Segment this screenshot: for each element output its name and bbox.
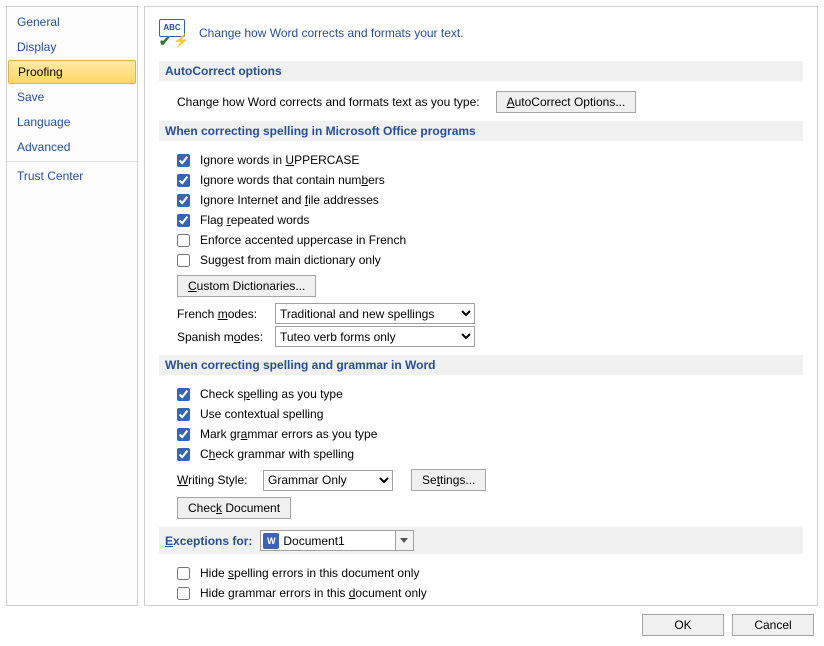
label-ignore-uppercase: Ignore words in UPPERCASE xyxy=(200,151,359,169)
label-flag-repeated: Flag repeated words xyxy=(200,211,309,229)
label-ignore-internet: Ignore Internet and file addresses xyxy=(200,191,379,209)
checkbox-hide-spelling-errors[interactable] xyxy=(177,567,190,580)
checkbox-flag-repeated[interactable] xyxy=(177,214,190,227)
sidebar-item-trust-center[interactable]: Trust Center xyxy=(7,161,137,188)
label-hide-grammar-errors: Hide grammar errors in this document onl… xyxy=(200,584,427,602)
chevron-down-icon xyxy=(395,531,413,550)
word-doc-icon: W xyxy=(263,533,279,549)
label-ignore-numbers: Ignore words that contain numbers xyxy=(200,171,385,189)
french-modes-label: French modes: xyxy=(177,305,269,323)
autocorrect-desc: Change how Word corrects and formats tex… xyxy=(177,93,480,111)
checkbox-ignore-internet[interactable] xyxy=(177,194,190,207)
writing-style-label: Writing Style: xyxy=(177,471,257,489)
page-subtitle: Change how Word corrects and formats you… xyxy=(199,26,464,40)
sidebar-item-proofing[interactable]: Proofing xyxy=(8,60,136,84)
checkbox-hide-grammar-errors[interactable] xyxy=(177,587,190,600)
label-mark-grammar-type: Mark grammar errors as you type xyxy=(200,425,377,443)
french-modes-select[interactable]: Traditional and new spellings xyxy=(275,303,475,324)
label-main-dict: Suggest from main dictionary only xyxy=(200,251,381,269)
label-hide-spelling-errors: Hide spelling errors in this document on… xyxy=(200,564,419,582)
cancel-button[interactable]: Cancel xyxy=(732,614,814,636)
sidebar-item-general[interactable]: General xyxy=(7,10,137,34)
options-content: ABC ✔ ⚡ Change how Word corrects and for… xyxy=(144,6,818,606)
section-autocorrect-header: AutoCorrect options xyxy=(159,61,803,81)
sidebar-item-language[interactable]: Language xyxy=(7,110,137,134)
checkbox-main-dict[interactable] xyxy=(177,254,190,267)
section-word-header: When correcting spelling and grammar in … xyxy=(159,355,803,375)
exceptions-document-select[interactable]: W Document1 xyxy=(260,530,413,551)
checkbox-grammar-with-spelling[interactable] xyxy=(177,448,190,461)
settings-button[interactable]: Settings... xyxy=(411,469,486,491)
label-french-accent: Enforce accented uppercase in French xyxy=(200,231,406,249)
section-office-header: When correcting spelling in Microsoft Of… xyxy=(159,121,803,141)
checkbox-contextual-spelling[interactable] xyxy=(177,408,190,421)
custom-dictionaries-button[interactable]: Custom Dictionaries... xyxy=(177,275,316,297)
label-grammar-with-spelling: Check grammar with spelling xyxy=(200,445,354,463)
dialog-footer: OK Cancel xyxy=(0,606,824,646)
sidebar-item-save[interactable]: Save xyxy=(7,85,137,109)
autocorrect-options-button[interactable]: AutoCorrect Options... xyxy=(496,91,637,113)
category-sidebar: General Display Proofing Save Language A… xyxy=(6,6,138,606)
checkbox-mark-grammar-type[interactable] xyxy=(177,428,190,441)
section-exceptions-header: Exceptions for: W Document1 xyxy=(159,527,803,554)
checkbox-ignore-uppercase[interactable] xyxy=(177,154,190,167)
ok-button[interactable]: OK xyxy=(642,614,724,636)
writing-style-select[interactable]: Grammar Only xyxy=(263,470,393,491)
spanish-modes-label: Spanish modes: xyxy=(177,328,269,346)
checkbox-french-accent[interactable] xyxy=(177,234,190,247)
label-check-spelling-type: Check spelling as you type xyxy=(200,385,343,403)
checkbox-ignore-numbers[interactable] xyxy=(177,174,190,187)
check-document-button[interactable]: Check Document xyxy=(177,497,291,519)
proofing-icon: ABC ✔ ⚡ xyxy=(159,19,189,47)
label-contextual-spelling: Use contextual spelling xyxy=(200,405,323,423)
checkbox-check-spelling-type[interactable] xyxy=(177,388,190,401)
sidebar-item-advanced[interactable]: Advanced xyxy=(7,135,137,159)
spanish-modes-select[interactable]: Tuteo verb forms only xyxy=(275,326,475,347)
sidebar-item-display[interactable]: Display xyxy=(7,35,137,59)
